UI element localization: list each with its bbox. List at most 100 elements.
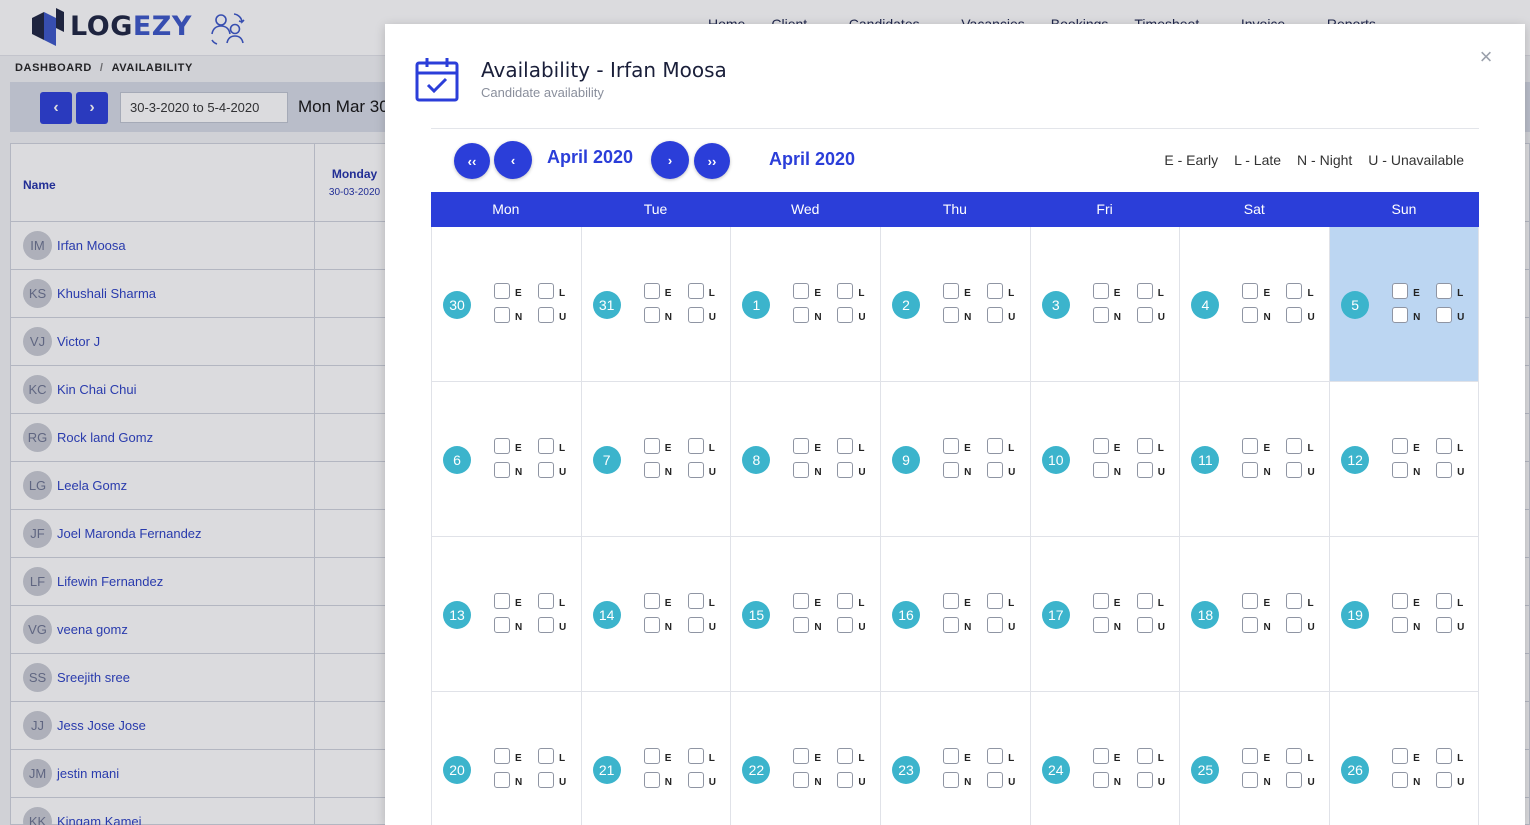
- checkbox-early[interactable]: [494, 438, 510, 454]
- checkbox-early[interactable]: [1242, 438, 1259, 454]
- checkbox-night[interactable]: [643, 307, 660, 323]
- checkbox-unavailable[interactable]: [538, 617, 554, 633]
- checkbox-early[interactable]: [1392, 593, 1409, 609]
- checkbox-late[interactable]: [1286, 748, 1303, 764]
- checkbox-late[interactable]: [837, 283, 854, 299]
- checkbox-night[interactable]: [943, 307, 960, 323]
- checkbox-unavailable[interactable]: [1286, 462, 1303, 478]
- checkbox-night[interactable]: [494, 772, 510, 788]
- checkbox-late[interactable]: [837, 593, 854, 609]
- checkbox-late[interactable]: [1436, 748, 1453, 764]
- checkbox-late[interactable]: [538, 748, 554, 764]
- checkbox-early[interactable]: [943, 748, 960, 764]
- checkbox-unavailable[interactable]: [538, 307, 554, 323]
- checkbox-unavailable[interactable]: [1136, 772, 1153, 788]
- checkbox-unavailable[interactable]: [837, 617, 854, 633]
- checkbox-late[interactable]: [837, 438, 854, 454]
- checkbox-late[interactable]: [1136, 748, 1153, 764]
- checkbox-night[interactable]: [1092, 617, 1109, 633]
- checkbox-late[interactable]: [1436, 593, 1453, 609]
- checkbox-early[interactable]: [793, 593, 810, 609]
- checkbox-late[interactable]: [1136, 283, 1153, 299]
- checkbox-early[interactable]: [943, 593, 960, 609]
- checkbox-late[interactable]: [987, 748, 1004, 764]
- next-month-button[interactable]: ›: [651, 141, 689, 179]
- checkbox-unavailable[interactable]: [687, 617, 704, 633]
- next-year-button[interactable]: ››: [694, 143, 730, 179]
- checkbox-early[interactable]: [1092, 283, 1109, 299]
- checkbox-late[interactable]: [687, 438, 704, 454]
- checkbox-early[interactable]: [1392, 438, 1409, 454]
- checkbox-night[interactable]: [793, 307, 810, 323]
- checkbox-unavailable[interactable]: [687, 307, 704, 323]
- checkbox-early[interactable]: [1242, 748, 1259, 764]
- checkbox-early[interactable]: [494, 283, 510, 299]
- checkbox-late[interactable]: [1286, 593, 1303, 609]
- checkbox-late[interactable]: [538, 438, 554, 454]
- checkbox-late[interactable]: [987, 593, 1004, 609]
- checkbox-early[interactable]: [1242, 593, 1259, 609]
- checkbox-night[interactable]: [793, 462, 810, 478]
- checkbox-early[interactable]: [1242, 283, 1259, 299]
- checkbox-unavailable[interactable]: [1136, 617, 1153, 633]
- prev-month-button[interactable]: ‹: [494, 141, 532, 179]
- checkbox-late[interactable]: [538, 283, 554, 299]
- checkbox-night[interactable]: [643, 617, 660, 633]
- checkbox-unavailable[interactable]: [1436, 307, 1453, 323]
- checkbox-night[interactable]: [1392, 462, 1409, 478]
- checkbox-night[interactable]: [1092, 772, 1109, 788]
- checkbox-night[interactable]: [793, 772, 810, 788]
- checkbox-late[interactable]: [987, 438, 1004, 454]
- checkbox-night[interactable]: [1092, 462, 1109, 478]
- checkbox-early[interactable]: [1392, 283, 1409, 299]
- checkbox-late[interactable]: [1436, 283, 1453, 299]
- checkbox-night[interactable]: [494, 307, 510, 323]
- checkbox-night[interactable]: [643, 462, 660, 478]
- checkbox-night[interactable]: [1242, 462, 1259, 478]
- checkbox-night[interactable]: [793, 617, 810, 633]
- checkbox-early[interactable]: [643, 283, 660, 299]
- checkbox-early[interactable]: [1392, 748, 1409, 764]
- checkbox-night[interactable]: [1392, 617, 1409, 633]
- checkbox-night[interactable]: [1242, 772, 1259, 788]
- checkbox-night[interactable]: [943, 617, 960, 633]
- checkbox-late[interactable]: [687, 283, 704, 299]
- checkbox-late[interactable]: [1286, 283, 1303, 299]
- checkbox-unavailable[interactable]: [1286, 772, 1303, 788]
- checkbox-unavailable[interactable]: [1436, 772, 1453, 788]
- checkbox-early[interactable]: [1092, 748, 1109, 764]
- checkbox-unavailable[interactable]: [987, 462, 1004, 478]
- checkbox-early[interactable]: [1092, 593, 1109, 609]
- checkbox-unavailable[interactable]: [687, 772, 704, 788]
- checkbox-late[interactable]: [1136, 438, 1153, 454]
- checkbox-unavailable[interactable]: [538, 772, 554, 788]
- checkbox-late[interactable]: [837, 748, 854, 764]
- checkbox-unavailable[interactable]: [687, 462, 704, 478]
- checkbox-early[interactable]: [1092, 438, 1109, 454]
- checkbox-night[interactable]: [643, 772, 660, 788]
- checkbox-late[interactable]: [538, 593, 554, 609]
- checkbox-early[interactable]: [643, 438, 660, 454]
- checkbox-early[interactable]: [793, 438, 810, 454]
- checkbox-unavailable[interactable]: [837, 772, 854, 788]
- checkbox-unavailable[interactable]: [837, 307, 854, 323]
- checkbox-night[interactable]: [943, 462, 960, 478]
- checkbox-early[interactable]: [643, 748, 660, 764]
- checkbox-night[interactable]: [494, 617, 510, 633]
- checkbox-unavailable[interactable]: [1436, 462, 1453, 478]
- prev-year-button[interactable]: ‹‹: [454, 143, 490, 179]
- checkbox-early[interactable]: [943, 283, 960, 299]
- checkbox-late[interactable]: [1136, 593, 1153, 609]
- checkbox-late[interactable]: [1436, 438, 1453, 454]
- checkbox-night[interactable]: [1392, 772, 1409, 788]
- close-icon[interactable]: ×: [1475, 46, 1497, 68]
- checkbox-early[interactable]: [793, 283, 810, 299]
- checkbox-unavailable[interactable]: [1136, 307, 1153, 323]
- checkbox-early[interactable]: [494, 593, 510, 609]
- checkbox-early[interactable]: [494, 748, 510, 764]
- checkbox-unavailable[interactable]: [1436, 617, 1453, 633]
- checkbox-early[interactable]: [643, 593, 660, 609]
- checkbox-unavailable[interactable]: [987, 617, 1004, 633]
- checkbox-night[interactable]: [1092, 307, 1109, 323]
- checkbox-late[interactable]: [987, 283, 1004, 299]
